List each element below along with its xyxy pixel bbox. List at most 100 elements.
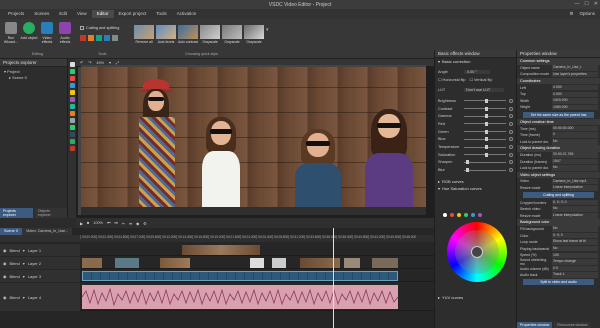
audio-track-field[interactable]: Track 1	[552, 272, 598, 278]
reset-icon[interactable]	[509, 160, 513, 165]
reset-icon[interactable]	[509, 121, 513, 126]
sprite-tool-icon[interactable]	[69, 111, 75, 116]
color-dot-green[interactable]	[464, 213, 468, 217]
reset-icon[interactable]	[509, 114, 513, 119]
playbar-zoom[interactable]: 100%	[93, 221, 103, 225]
time-ruler[interactable]: 00:00.000 00:02.400 00:04.800 00:07.200 00:0…	[80, 235, 434, 242]
hue-saturation-section[interactable]: ▾ Hue Saturation curves	[435, 185, 516, 192]
sound-stretch-field[interactable]: Tempo change	[552, 259, 598, 265]
layer-tool-icon[interactable]	[69, 132, 75, 137]
effect-auto-contrast[interactable]: Auto contrast	[178, 25, 198, 44]
shape-tool-icon[interactable]	[69, 76, 75, 81]
gamma-slider[interactable]: Gamma	[435, 112, 516, 120]
crop-tool-icon[interactable]	[69, 125, 75, 130]
width-field[interactable]: 1920.000	[552, 98, 598, 104]
playhead[interactable]	[333, 228, 334, 328]
video-tool-icon[interactable]	[69, 90, 75, 95]
same-size-button[interactable]: Set the same size as the parent has	[523, 111, 594, 118]
video-clip[interactable]	[272, 258, 286, 268]
tab-objects-explorer[interactable]: Objects explorer	[34, 208, 67, 218]
track-layer-1[interactable]: ◉ Blend ▾ Layer 1	[0, 244, 434, 256]
eye-icon[interactable]: ◉	[3, 248, 7, 253]
blur-slider[interactable]: Blur	[435, 166, 516, 174]
add-object-button[interactable]: Add object	[20, 22, 38, 40]
tab-resources-window[interactable]: Resources window	[554, 322, 591, 328]
rgb-curves-section[interactable]: ▸ RGB curves	[435, 178, 516, 185]
rotate-icon[interactable]	[88, 35, 94, 41]
video-clip[interactable]	[182, 245, 260, 255]
maximize-icon[interactable]: ☐	[584, 1, 588, 7]
duration-frames-field[interactable]: 1547	[552, 158, 598, 165]
video-clip[interactable]	[372, 258, 398, 268]
cropped-borders-field[interactable]: 0; 0; 0; 0	[552, 199, 598, 206]
track-layer-4[interactable]: ◉ Blend ▾ Layer 4	[0, 283, 434, 311]
fit-icon[interactable]: ⤢	[116, 61, 119, 65]
color-dot-white[interactable]	[443, 213, 447, 217]
resize-mode-field[interactable]: Linear interpolation	[552, 185, 598, 191]
red-slider[interactable]: Red	[435, 120, 516, 128]
cutting-splitting-prop-button[interactable]: Cutting and splitting	[523, 192, 594, 199]
time-ms-field[interactable]: 00:00:00.000	[552, 125, 598, 132]
coordinates-header[interactable]: Coordinates	[517, 77, 600, 85]
text-tool-icon[interactable]	[69, 69, 75, 74]
reset-icon[interactable]	[509, 137, 513, 142]
hue-wheel[interactable]	[447, 222, 507, 282]
menu-editor[interactable]: Editor	[91, 10, 114, 18]
menu-view[interactable]: View	[72, 10, 92, 18]
fill-background-field[interactable]: No	[552, 226, 598, 232]
menu-tools[interactable]: Tools	[151, 10, 172, 18]
yuv-curves-section[interactable]: ▸ YUV curves	[435, 294, 466, 301]
speed-field[interactable]: 100	[552, 252, 598, 259]
top-field[interactable]: 0.000	[552, 91, 598, 98]
effect-grayscale-1[interactable]: Grayscale	[200, 25, 220, 44]
creation-time-header[interactable]: Object creation time	[517, 118, 600, 126]
video-object-header[interactable]: Video object settings	[517, 171, 600, 179]
hflip-checkbox[interactable]: ☐ Horizontal flip	[438, 77, 465, 82]
common-settings-header[interactable]: Common settings	[517, 58, 600, 65]
eye-icon[interactable]: ◉	[3, 295, 7, 300]
color-dot-yellow[interactable]	[457, 213, 461, 217]
audio-volume-field[interactable]: 0.0	[552, 265, 598, 272]
sharpen-slider[interactable]: Sharpen	[435, 159, 516, 167]
tab-scene-0[interactable]: Scene 0	[0, 228, 22, 235]
saturation-slider[interactable]: Saturation	[435, 151, 516, 159]
chart-tool-icon[interactable]	[69, 104, 75, 109]
audio-effects-button[interactable]: Audio effects	[56, 22, 74, 44]
layers-icon[interactable]	[112, 35, 118, 41]
time-frame-field[interactable]: 0	[552, 132, 598, 138]
close-icon[interactable]: ✕	[594, 1, 598, 7]
left-field[interactable]: 0.000	[552, 84, 598, 91]
menu-export-project[interactable]: Export project	[114, 10, 152, 18]
duration-ms-field[interactable]: 00:00:21.765	[552, 152, 598, 158]
reset-icon[interactable]	[509, 98, 513, 103]
video-clip[interactable]	[344, 258, 360, 268]
lock-icon[interactable]: ▾	[23, 261, 25, 266]
lock-parent-dur-field[interactable]: No	[552, 165, 598, 171]
image-tool-icon[interactable]	[69, 83, 75, 88]
minimize-icon[interactable]: —	[574, 1, 579, 7]
tab-projects-explorer[interactable]: Projects explorer	[0, 208, 33, 218]
flip-icon[interactable]	[96, 35, 102, 41]
loop-mode-field[interactable]: Show last frame at th	[552, 239, 598, 245]
track-layer-3[interactable]: ◉ Blend ▾ Layer 3	[0, 270, 434, 282]
video-clip[interactable]	[250, 258, 264, 268]
effect-auto-levels[interactable]: Auto levels	[156, 25, 176, 44]
reset-icon[interactable]	[509, 168, 513, 173]
reset-icon[interactable]	[509, 152, 513, 157]
color-dot-red[interactable]	[450, 213, 454, 217]
tab-video-clip[interactable]: Video: Camera_in_Use...	[21, 228, 73, 235]
effect-remove-all[interactable]: Remove all	[134, 25, 154, 44]
lut-select[interactable]: Don't use LUT	[464, 88, 504, 93]
cut-icon[interactable]: ✂	[122, 221, 125, 226]
object-name-field[interactable]: Camera_In_Use_t	[552, 65, 598, 71]
green-screen-icon[interactable]	[69, 139, 75, 144]
menu-projects[interactable]: Projects	[3, 10, 29, 18]
drawing-duration-header[interactable]: Object drawing duration	[517, 145, 600, 152]
record-icon[interactable]	[69, 146, 75, 151]
align-icon[interactable]	[104, 35, 110, 41]
track-layer-2[interactable]: ◉ Blend ▾ Layer 2	[0, 257, 434, 269]
color-dot-purple[interactable]	[478, 213, 482, 217]
angle-input[interactable]: 0.00 °	[464, 69, 490, 74]
stretch-video-field[interactable]: No	[552, 206, 598, 212]
eye-icon[interactable]: ◉	[3, 274, 7, 279]
